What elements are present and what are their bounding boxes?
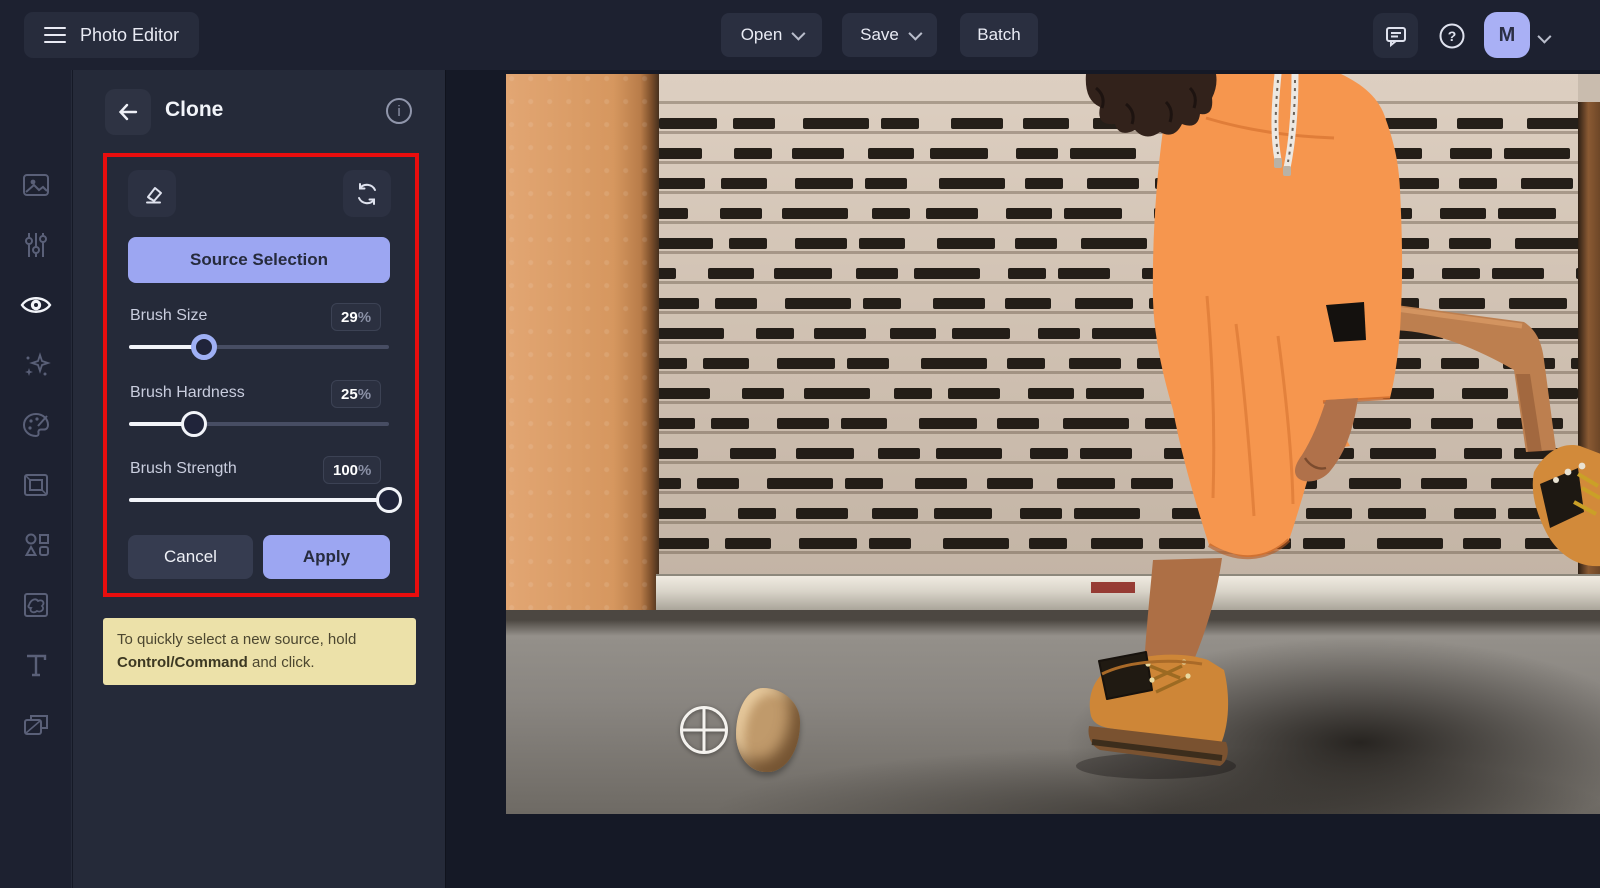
brush-hardness-slider[interactable] [129, 411, 389, 437]
help-icon: ? [1439, 23, 1464, 48]
feedback-button[interactable] [1373, 13, 1418, 58]
duplicate-layers-icon [24, 715, 48, 735]
help-button[interactable]: ? [1429, 13, 1474, 58]
photo-person [1076, 74, 1600, 779]
app-title: Photo Editor [80, 24, 180, 45]
sidebar-item-frame[interactable] [18, 467, 54, 503]
tool-rail [0, 70, 72, 888]
clone-panel: Clone i Source Selection Brush Size 29% [73, 70, 445, 888]
cancel-button[interactable]: Cancel [128, 535, 253, 579]
chevron-down-icon [1537, 29, 1552, 44]
text-icon [27, 654, 47, 677]
sidebar-item-effects[interactable] [18, 347, 54, 383]
info-icon: i [397, 102, 401, 120]
panel-title: Clone [165, 98, 224, 121]
main-menu-button[interactable]: Photo Editor [24, 12, 200, 58]
photo-canvas[interactable] [506, 74, 1600, 814]
brush-hardness-label: Brush Hardness [130, 384, 245, 401]
brush-size-value[interactable]: 29% [331, 303, 382, 331]
brush-strength-value[interactable]: 100% [323, 456, 382, 484]
slider-knob[interactable] [376, 487, 402, 513]
annotation-red-rectangle [103, 153, 419, 597]
sparkles-icon [25, 352, 51, 376]
canvas-area: 39% [445, 70, 1600, 888]
sidebar-item-layers[interactable] [18, 707, 54, 743]
sidebar-item-shapes[interactable] [18, 527, 54, 563]
top-bar: Photo Editor Open Save Batch ? M [0, 0, 1600, 70]
eraser-icon [146, 186, 162, 203]
reset-clone-button[interactable] [343, 170, 391, 217]
brush-strength-slider[interactable] [129, 487, 402, 513]
brush-size-label: Brush Size [130, 307, 208, 324]
info-button[interactable]: i [386, 98, 412, 124]
brush-strength-label: Brush Strength [130, 460, 237, 477]
refresh-icon [358, 182, 376, 205]
svg-text:?: ? [1447, 28, 1456, 44]
open-button[interactable]: Open [721, 13, 822, 57]
chevron-down-icon [908, 26, 923, 41]
hint-tooltip: To quickly select a new source, hold Con… [103, 618, 416, 685]
sidebar-item-adjust[interactable] [18, 227, 54, 263]
hamburger-icon [44, 22, 66, 48]
brush-hardness-value[interactable]: 25% [331, 380, 382, 408]
image-icon [23, 174, 49, 196]
slider-knob[interactable] [181, 411, 207, 437]
apply-button[interactable]: Apply [263, 535, 390, 579]
chevron-down-icon [791, 26, 806, 41]
comment-icon [1385, 26, 1406, 47]
texture-icon [24, 593, 48, 617]
sidebar-item-image[interactable] [18, 167, 54, 203]
slider-knob[interactable] [191, 334, 218, 360]
user-avatar[interactable]: M [1484, 12, 1530, 58]
palette-icon [22, 412, 50, 438]
sidebar-item-paint[interactable] [18, 407, 54, 443]
arrow-left-icon [118, 103, 138, 121]
save-button[interactable]: Save [842, 13, 937, 57]
frame-icon [24, 474, 48, 496]
brush-size-slider[interactable] [129, 334, 389, 360]
sidebar-item-retouch-active[interactable] [18, 287, 54, 323]
sidebar-item-texture[interactable] [18, 587, 54, 623]
eye-icon [20, 297, 52, 313]
sidebar-item-text[interactable] [18, 647, 54, 683]
clone-source-marker[interactable] [680, 706, 728, 754]
batch-button[interactable]: Batch [960, 13, 1038, 57]
back-button[interactable] [105, 89, 151, 135]
photo-editor-app: Photo Editor Open Save Batch ? M Clone i… [0, 0, 1600, 888]
eraser-mode-button[interactable] [128, 170, 176, 217]
shapes-icon [24, 533, 49, 556]
source-selection-button[interactable]: Source Selection [128, 237, 390, 283]
sliders-icon [25, 233, 47, 257]
account-menu-chevron[interactable] [1537, 29, 1552, 48]
